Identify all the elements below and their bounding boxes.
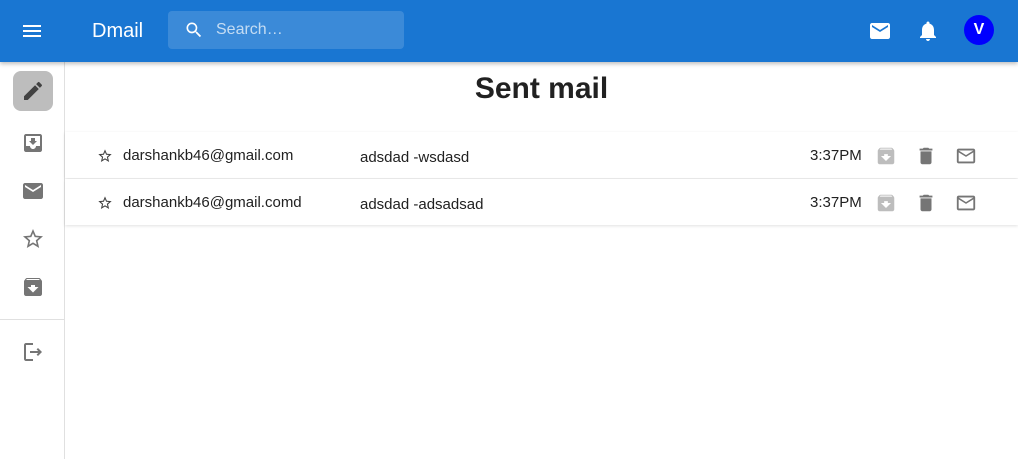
star-icon[interactable] — [97, 148, 113, 164]
archive-icon — [24, 278, 42, 296]
star-outline-icon — [23, 229, 43, 248]
mark-unread-icon[interactable] — [955, 192, 977, 214]
notifications-bell-icon[interactable] — [916, 19, 940, 43]
app-bar: Dmail V — [0, 0, 1018, 62]
pencil-icon — [24, 81, 43, 100]
compose-button[interactable] — [13, 71, 53, 111]
mark-unread-icon[interactable] — [955, 145, 977, 167]
sidebar-item-mail[interactable] — [13, 171, 53, 211]
mail-sender: darshankb46@gmail.comd — [123, 194, 302, 211]
mail-row[interactable]: darshankb46@gmail.comd adsdad -adsadsad … — [65, 179, 1018, 225]
mail-time: 3:37PM — [810, 194, 862, 211]
mail-subject: adsdad -adsadsad — [360, 196, 484, 213]
mail-icon — [23, 183, 43, 199]
inbox-icon — [24, 134, 42, 152]
logout-icon — [24, 343, 42, 361]
app-name[interactable]: Dmail — [92, 19, 143, 43]
sidebar — [0, 62, 65, 459]
sidebar-divider — [0, 319, 64, 320]
page-title: Sent mail — [474, 72, 609, 105]
menu-icon[interactable] — [20, 19, 44, 43]
mail-icon[interactable] — [868, 19, 892, 43]
mail-time: 3:37PM — [810, 147, 862, 164]
search-box[interactable] — [168, 11, 404, 49]
search-icon — [184, 20, 204, 40]
main-content: Sent mail darshankb46@gmail.com adsdad -… — [65, 62, 1018, 459]
search-input[interactable] — [216, 11, 396, 49]
delete-icon[interactable] — [915, 145, 937, 167]
sidebar-item-inbox[interactable] — [13, 123, 53, 163]
avatar[interactable]: V — [964, 15, 994, 45]
mail-sender: darshankb46@gmail.com — [123, 147, 294, 164]
archive-icon[interactable] — [875, 192, 897, 214]
mail-row[interactable]: darshankb46@gmail.com adsdad -wsdasd 3:3… — [65, 132, 1018, 178]
mail-list: darshankb46@gmail.com adsdad -wsdasd 3:3… — [65, 132, 1018, 226]
delete-icon[interactable] — [915, 192, 937, 214]
sidebar-item-starred[interactable] — [13, 219, 53, 259]
sidebar-item-archive[interactable] — [13, 267, 53, 307]
archive-icon[interactable] — [875, 145, 897, 167]
logout-button[interactable] — [13, 332, 53, 372]
star-icon[interactable] — [97, 195, 113, 211]
mail-subject: adsdad -wsdasd — [360, 149, 470, 166]
